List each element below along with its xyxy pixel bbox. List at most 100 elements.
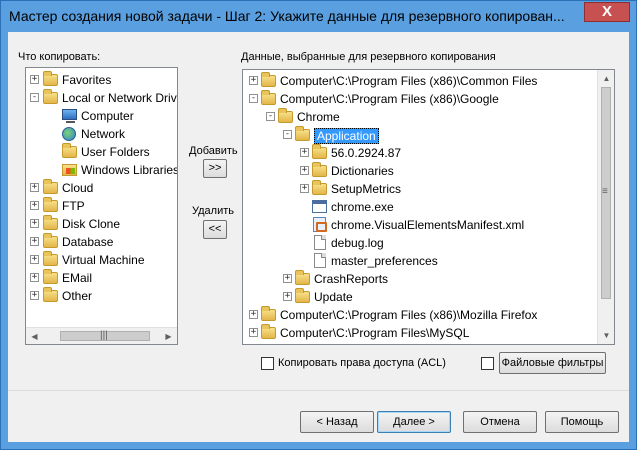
source-tree-item-label: EMail [62,271,93,285]
selected-tree-item[interactable]: + Update [243,288,583,306]
expand-icon[interactable]: + [249,328,258,337]
selected-tree-item-label: Computer\C:\Program Files (x86)\Common F… [280,74,538,88]
folder-icon [43,197,59,215]
add-button[interactable]: >> [203,159,227,178]
left-panel-label: Что копировать: [18,51,101,63]
source-tree-item[interactable]: Computer [26,107,177,125]
close-button[interactable]: X [584,2,630,22]
folder-icon [295,288,311,306]
source-tree-item[interactable]: Windows Libraries [26,161,178,179]
expand-icon[interactable]: + [249,310,258,319]
acl-checkbox[interactable] [261,357,274,370]
selected-tree-item[interactable]: chrome.exe [243,198,583,216]
expand-icon[interactable]: + [30,237,39,246]
source-tree-item[interactable]: Network [26,125,177,143]
selected-tree-item-label: debug.log [331,236,384,250]
source-tree-item[interactable]: - Local or Network Drive [26,89,178,107]
source-tree-item-label: Computer [81,109,134,123]
back-button[interactable]: < Назад [300,411,374,433]
folder-icon [43,287,59,305]
selected-tree-item[interactable]: + Dictionaries [243,162,583,180]
selected-tree-item[interactable]: master_preferences [243,252,583,270]
selected-tree-item-label: Chrome [297,110,340,124]
source-tree-item[interactable]: + FTP [26,197,177,215]
expand-icon[interactable]: + [283,292,292,301]
expand-icon[interactable]: + [30,75,39,84]
expand-icon[interactable]: + [30,201,39,210]
collapse-icon[interactable]: - [249,94,258,103]
collapse-icon[interactable]: - [30,93,39,102]
source-tree-item[interactable]: + EMail [26,269,177,287]
selected-tree-item-label: chrome.exe [331,200,394,214]
selected-tree-item[interactable]: - Application [243,126,583,144]
expand-icon[interactable]: + [30,219,39,228]
add-label: Добавить [189,145,238,157]
selected-tree-item[interactable]: debug.log [243,234,583,252]
collapse-icon[interactable]: - [266,112,275,121]
vscroll-grip-icon: ≡ [602,186,608,197]
source-tree-item[interactable]: + Database [26,233,177,251]
file-icon [312,252,328,270]
expand-icon[interactable]: + [300,184,309,193]
windows-libraries-icon [62,161,78,179]
source-tree-item[interactable]: + Favorites [26,71,177,89]
wizard-content: Что копировать: + Other + EMail + Virtual Mac… [8,32,629,442]
selected-tree-item[interactable]: + Computer\C:\Program Files\MySQL [243,324,583,342]
wizard-window: Мастер создания новой задачи - Шаг 2: Ук… [0,0,637,450]
file-filters-button[interactable]: Файловые фильтры [499,352,606,374]
source-tree-item-label: Network [81,127,126,141]
selected-data-tree[interactable]: + Computer\C:\Program Files\MySQL + Compute… [242,69,615,345]
scroll-up-icon[interactable]: ▲ [598,70,614,87]
network-icon [62,125,78,143]
folder-icon [261,90,277,108]
source-tree-hscroll[interactable]: ◀ ||| ▶ [26,327,177,344]
expand-icon[interactable]: + [30,291,39,300]
remove-button[interactable]: << [203,220,227,239]
selected-tree-item[interactable]: - Chrome [243,108,583,126]
cancel-button[interactable]: Отмена [463,411,537,433]
source-tree-item[interactable]: + Cloud [26,179,177,197]
collapse-icon[interactable]: - [283,130,292,139]
selected-tree-item-label: Dictionaries [331,164,394,178]
expand-icon[interactable]: + [249,76,258,85]
expand-icon[interactable]: + [300,166,309,175]
selected-tree-item[interactable]: +56.0.2924.87 [243,144,583,162]
selected-tree-item[interactable]: + CrashReports [243,270,583,288]
expand-icon[interactable]: + [30,273,39,282]
expand-icon[interactable]: + [300,148,309,157]
filters-checkbox[interactable] [481,357,494,370]
folder-icon [43,251,59,269]
help-button[interactable]: Помощь [545,411,619,433]
selected-tree-item[interactable]: + SetupMetrics [243,180,583,198]
source-tree-item-label: Database [62,235,114,249]
source-tree[interactable]: + Other + EMail + Virtual Machine + Database + Di… [25,67,178,345]
source-tree-item-label: User Folders [81,145,150,159]
title-bar: Мастер создания новой задачи - Шаг 2: Ук… [1,1,636,32]
selected-tree-item-label: 56.0.2924.87 [331,146,402,160]
folder-icon [43,269,59,287]
selected-tree-item[interactable]: + Computer\C:\Program Files (x86)\Mozilla… [243,306,583,324]
source-tree-item-label: Windows Libraries [81,163,178,177]
selected-tree-item[interactable]: + Computer\C:\Program Files (x86)\Common … [243,72,583,90]
source-tree-item[interactable]: + Disk Clone [26,215,177,233]
scroll-right-icon[interactable]: ▶ [160,328,177,344]
exe-file-icon [312,198,328,216]
selected-tree-item-label: CrashReports [314,272,389,286]
expand-icon[interactable]: + [30,255,39,264]
selected-tree-item[interactable]: chrome.VisualElementsManifest.xml [243,216,583,234]
expand-icon[interactable]: + [283,274,292,283]
source-tree-item[interactable]: User Folders [26,143,177,161]
next-button[interactable]: Далее > [377,411,451,433]
folder-icon [312,144,328,162]
selected-tree-vscroll[interactable]: ▲ ≡ ▼ [597,70,614,344]
folder-icon [278,108,294,126]
folder-icon [43,179,59,197]
folder-icon [261,72,277,90]
source-tree-item[interactable]: + Virtual Machine [26,251,177,269]
source-tree-item[interactable]: + Other [26,287,177,305]
selected-tree-item[interactable]: - Computer\C:\Program Files (x86)\Google [243,90,583,108]
scroll-left-icon[interactable]: ◀ [26,328,43,344]
scroll-down-icon[interactable]: ▼ [598,327,614,344]
expand-icon[interactable]: + [30,183,39,192]
source-tree-item-label: Local or Network Drive [62,91,178,105]
